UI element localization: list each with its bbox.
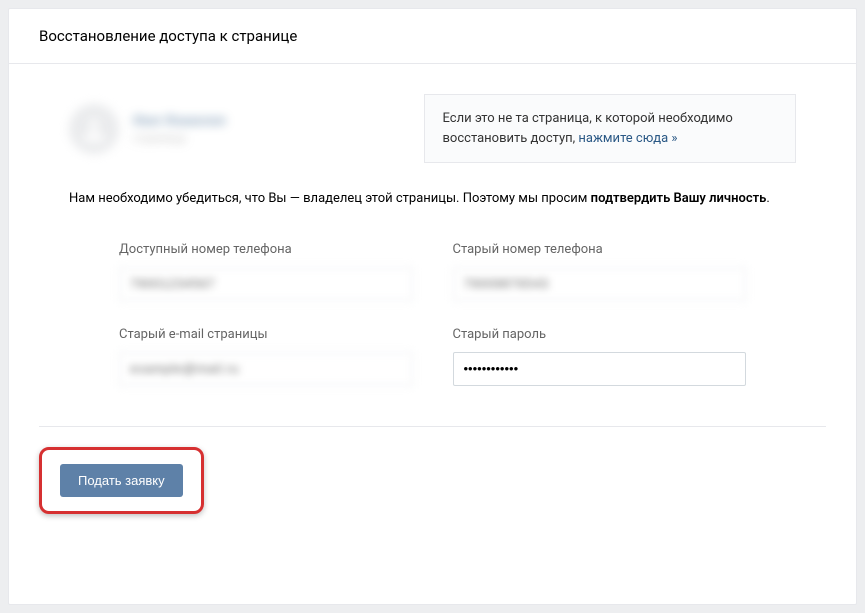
old-phone-field: Старый номер телефона xyxy=(453,242,747,301)
available-phone-label: Доступный номер телефона xyxy=(119,242,413,257)
old-email-field: Старый e-mail страницы xyxy=(119,327,413,386)
submit-button[interactable]: Подать заявку xyxy=(60,464,183,497)
avatar xyxy=(69,104,119,154)
old-phone-input[interactable] xyxy=(453,267,747,301)
lead-text: Нам необходимо убедиться, что Вы — владе… xyxy=(69,189,796,210)
profile-text: Имя Фамилия страница xyxy=(133,113,226,145)
panel-footer: Подать заявку xyxy=(9,427,856,534)
content-area: Имя Фамилия страница Если это не та стра… xyxy=(9,64,856,386)
highlight-annotation: Подать заявку xyxy=(39,447,204,514)
old-email-label: Старый e-mail страницы xyxy=(119,327,413,342)
page-title: Восстановление доступа к странице xyxy=(9,9,856,64)
restore-access-panel: Восстановление доступа к странице Имя Фа… xyxy=(8,8,857,605)
available-phone-field: Доступный номер телефона xyxy=(119,242,413,301)
profile-subline: страница xyxy=(133,131,226,145)
click-here-link[interactable]: нажмите сюда » xyxy=(578,131,677,146)
old-email-input[interactable] xyxy=(119,352,413,386)
form-grid: Доступный номер телефона Старый номер те… xyxy=(69,242,796,386)
top-row: Имя Фамилия страница Если это не та стра… xyxy=(69,94,796,163)
available-phone-input[interactable] xyxy=(119,267,413,301)
old-phone-label: Старый номер телефона xyxy=(453,242,747,257)
lead-bold: подтвердить Вашу личность xyxy=(591,191,767,206)
old-password-label: Старый пароль xyxy=(453,327,747,342)
profile-name: Имя Фамилия xyxy=(133,113,226,129)
profile-preview: Имя Фамилия страница xyxy=(69,94,404,163)
old-password-field: Старый пароль xyxy=(453,327,747,386)
lead-part2: . xyxy=(766,191,769,206)
lead-part1: Нам необходимо убедиться, что Вы — владе… xyxy=(69,191,591,206)
old-password-input[interactable] xyxy=(453,352,747,386)
wrong-page-info-box: Если это не та страница, к которой необх… xyxy=(424,94,797,163)
user-icon xyxy=(79,114,109,144)
